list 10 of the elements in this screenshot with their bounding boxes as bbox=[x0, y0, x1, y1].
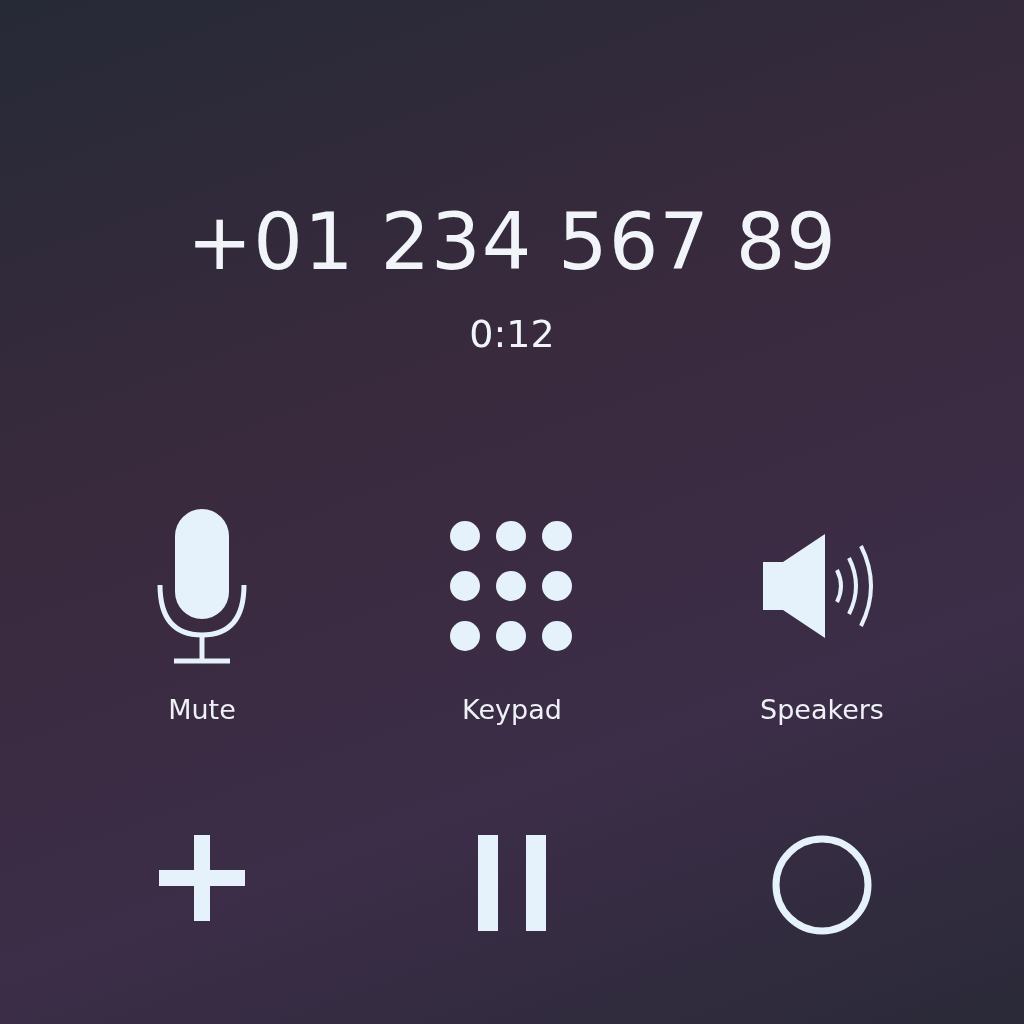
action-label[interactable]: Mute bbox=[168, 693, 236, 725]
phone-number: +01 234 567 89 bbox=[187, 196, 837, 289]
record-icon[interactable] bbox=[772, 834, 872, 935]
microphone-icon[interactable] bbox=[156, 506, 248, 665]
action-label[interactable]: Speakers bbox=[760, 693, 884, 725]
keypad-icon[interactable] bbox=[450, 520, 574, 651]
pause-icon[interactable] bbox=[478, 834, 546, 931]
action-label[interactable]: Keypad bbox=[462, 693, 562, 725]
call-duration: 0:12 bbox=[469, 311, 555, 356]
add-icon[interactable] bbox=[159, 834, 245, 921]
